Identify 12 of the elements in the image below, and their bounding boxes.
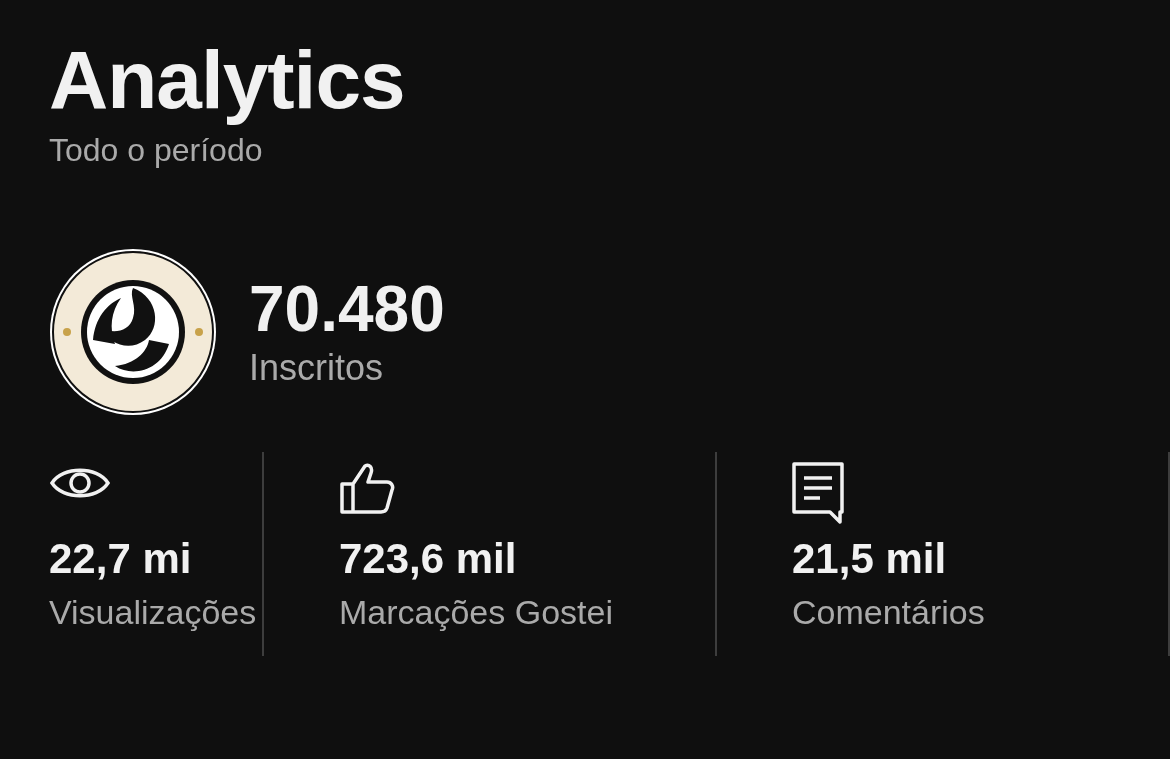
stat-value: 723,6 mil — [339, 534, 517, 584]
stat-value: 21,5 mil — [792, 534, 947, 584]
stat-label: Marcações Gostei — [339, 592, 613, 633]
comment-icon — [792, 462, 844, 524]
page-title: Analytics — [49, 33, 406, 127]
stat-label: Visualizações — [49, 592, 257, 633]
thumbs-up-icon — [339, 462, 395, 514]
stat-value: 22,7 mi — [49, 534, 192, 584]
period-subtitle: Todo o período — [49, 131, 263, 170]
subscriber-label: Inscritos — [249, 346, 385, 390]
subscriber-count: 70.480 — [249, 273, 445, 345]
stat-label: Comentários — [792, 592, 985, 633]
